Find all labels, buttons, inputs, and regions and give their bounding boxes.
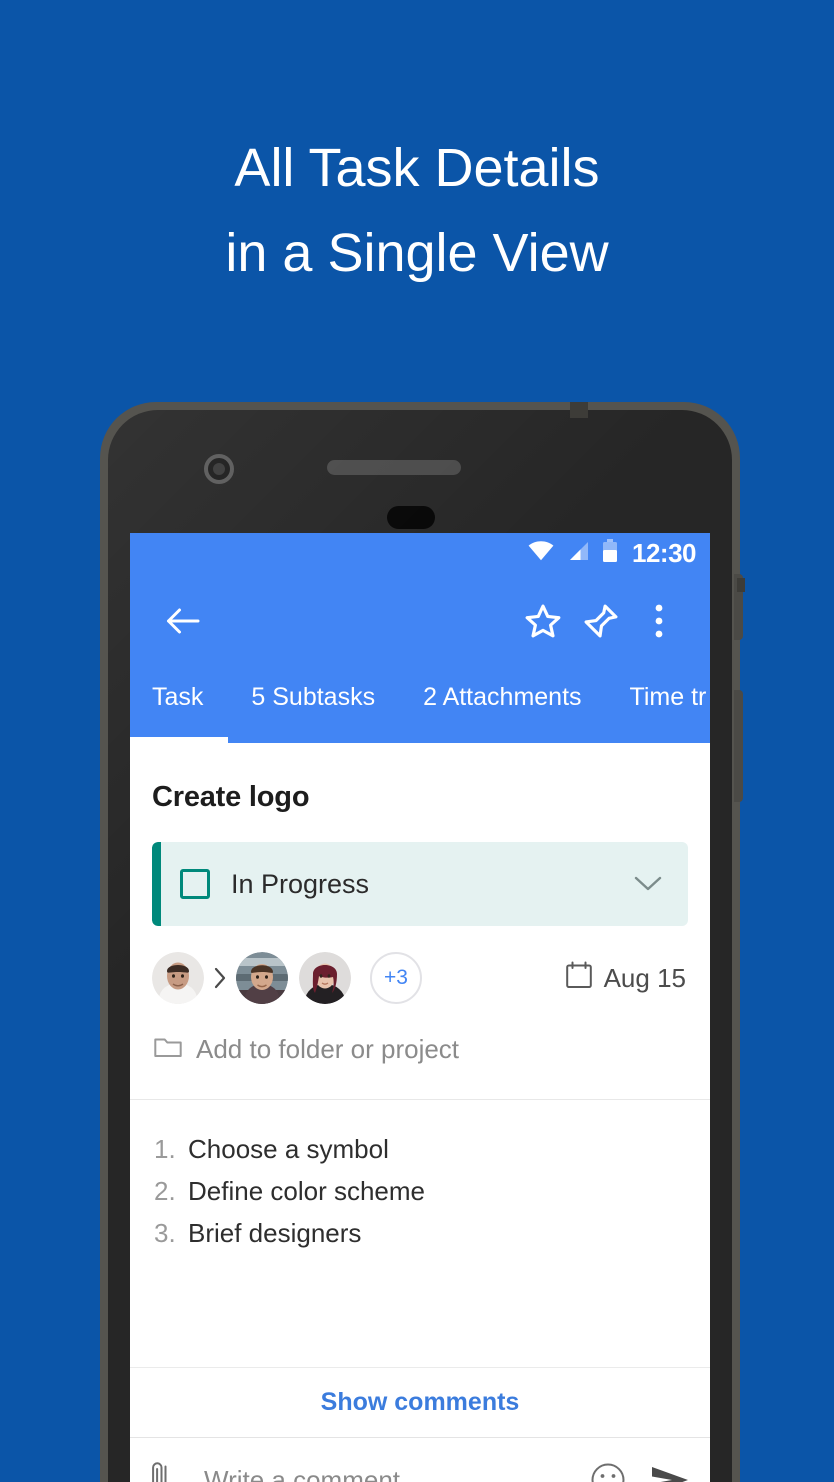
add-to-folder-button[interactable]: Add to folder or project — [130, 1004, 710, 1065]
list-item: 1. Choose a symbol — [154, 1128, 710, 1170]
status-bar: 12:30 — [130, 533, 710, 573]
pin-outline-icon — [584, 604, 618, 638]
emoji-button[interactable] — [590, 1462, 626, 1482]
send-icon — [652, 1467, 688, 1482]
chevron-right-icon — [213, 967, 227, 989]
due-date-button[interactable]: Aug 15 — [565, 961, 686, 996]
send-button[interactable] — [650, 1463, 690, 1482]
list-item-text: Choose a symbol — [188, 1134, 389, 1164]
comment-composer — [130, 1437, 710, 1482]
assignee-overflow-badge[interactable]: +3 — [370, 952, 422, 1004]
power-button[interactable] — [734, 574, 745, 640]
avatar[interactable] — [299, 952, 351, 1004]
task-description: 1. Choose a symbol 2. Define color schem… — [130, 1100, 710, 1254]
favorite-star-button[interactable] — [514, 592, 572, 650]
paperclip-add-icon — [152, 1462, 167, 1482]
wifi-icon — [528, 540, 554, 566]
smiley-icon — [591, 1463, 625, 1482]
calendar-icon — [565, 961, 592, 996]
show-comments-row: Show comments — [130, 1367, 710, 1437]
status-accent-bar — [152, 842, 161, 926]
battery-icon — [602, 538, 618, 568]
proximity-sensor — [387, 506, 435, 529]
attach-file-button[interactable] — [148, 1460, 182, 1482]
front-camera-icon — [204, 454, 234, 484]
due-date-label: Aug 15 — [603, 962, 686, 993]
phone-mockup: 12:30 Task 5 Subtasks 2 Attachments Time… — [100, 402, 745, 1482]
list-item-number: 2. — [154, 1176, 176, 1206]
tab-subtasks[interactable]: 5 Subtasks — [227, 669, 399, 712]
folder-icon — [154, 1034, 182, 1065]
tab-time-tracking[interactable]: Time tr — [606, 669, 710, 712]
tab-active-indicator — [130, 737, 228, 743]
app-bar — [130, 573, 710, 669]
list-item-number: 3. — [154, 1218, 176, 1248]
avatar[interactable] — [236, 952, 288, 1004]
tab-bar: Task 5 Subtasks 2 Attachments Time tr — [130, 669, 710, 743]
more-vertical-icon — [655, 604, 663, 638]
page-title: Create logo — [152, 781, 310, 813]
comment-input[interactable] — [204, 1464, 590, 1482]
star-outline-icon — [525, 604, 561, 638]
overflow-menu-button[interactable] — [630, 592, 688, 650]
pin-button[interactable] — [572, 592, 630, 650]
task-meta-row: +3 Aug 15 — [130, 926, 710, 1004]
tab-task[interactable]: Task — [152, 669, 227, 712]
tab-attachments[interactable]: 2 Attachments — [399, 669, 605, 712]
status-label: In Progress — [231, 868, 370, 899]
task-complete-checkbox[interactable] — [180, 869, 210, 899]
avatar[interactable] — [152, 952, 204, 1004]
status-selector[interactable]: In Progress — [152, 842, 688, 926]
show-comments-link[interactable]: Show comments — [321, 1388, 520, 1417]
earpiece-speaker — [327, 460, 461, 475]
phone-screen: 12:30 Task 5 Subtasks 2 Attachments Time… — [130, 533, 710, 1482]
list-item-number: 1. — [154, 1134, 176, 1164]
list-item: 3. Brief designers — [154, 1212, 710, 1254]
cellular-signal-icon — [566, 541, 590, 566]
add-to-folder-label: Add to folder or project — [196, 1034, 460, 1064]
status-dropdown-button[interactable] — [634, 875, 662, 893]
status-bar-clock: 12:30 — [632, 537, 697, 568]
chevron-down-icon — [634, 876, 662, 891]
volume-button[interactable] — [734, 690, 743, 802]
task-detail-content: Create logo In Progress +3 Aug 15 Add to… — [130, 743, 710, 1254]
promo-headline: All Task Details in a Single View — [225, 138, 609, 283]
list-item: 2. Define color scheme — [154, 1170, 710, 1212]
assignee-list: +3 — [152, 952, 422, 1004]
list-item-text: Define color scheme — [188, 1176, 425, 1206]
arrow-left-icon — [167, 608, 200, 634]
back-button[interactable] — [154, 592, 212, 650]
list-item-text: Brief designers — [188, 1218, 362, 1248]
frame-antenna-notch — [570, 402, 588, 418]
